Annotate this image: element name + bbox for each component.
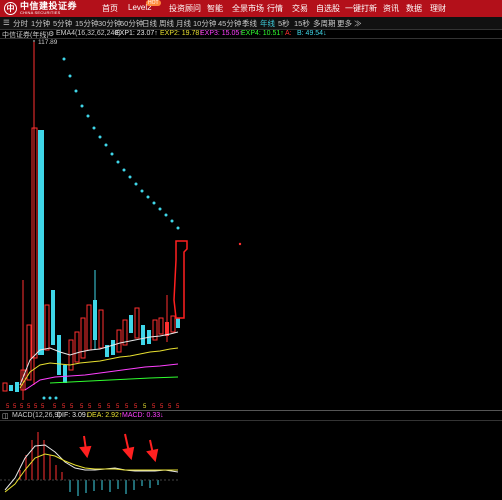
candle	[86, 304, 92, 351]
svg-text:5: 5	[88, 404, 92, 410]
macd-collapse-icon[interactable]: ◫	[2, 412, 9, 420]
candle	[15, 382, 19, 392]
svg-text:5: 5	[34, 404, 38, 410]
max-price-label: 117.89	[38, 39, 58, 46]
svg-text:5: 5	[116, 404, 120, 410]
macd-arrow-annotations	[79, 433, 159, 463]
svg-text:5: 5	[176, 404, 180, 410]
candle	[2, 382, 8, 392]
candle	[51, 290, 55, 345]
candle	[44, 304, 50, 351]
highlight-annotation-box	[173, 240, 188, 319]
macd-title: MACD(12,26,9)	[12, 412, 61, 419]
svg-text:5: 5	[152, 404, 156, 410]
year-markers: 555 555 555 555 555 55 555 5	[6, 404, 180, 410]
svg-text:5: 5	[53, 404, 57, 410]
macd-dea-line	[4, 453, 178, 493]
exp3-line	[24, 363, 179, 391]
svg-text:5: 5	[168, 404, 172, 410]
svg-text:5: 5	[62, 404, 66, 410]
a-marker	[238, 242, 242, 246]
svg-text:5: 5	[80, 404, 84, 410]
candlestick-chart[interactable]: 117.89 5 5 5 5 5 5 5 5 5 5 5 5 5 5 5 5 5…	[0, 0, 502, 500]
candle	[57, 335, 61, 375]
exp4-line	[49, 376, 179, 384]
svg-text:5: 5	[143, 404, 147, 410]
candle	[9, 385, 13, 391]
candle	[38, 130, 44, 355]
macd-histogram	[19, 432, 159, 496]
macd-dif-value: DIF: 3.09↓	[57, 412, 90, 419]
macd-value: MACD: 0.33↓	[122, 412, 164, 419]
candle	[129, 315, 133, 333]
svg-text:5: 5	[27, 404, 31, 410]
candle	[134, 307, 140, 339]
candle	[158, 317, 164, 335]
candle	[116, 329, 122, 353]
svg-text:5: 5	[134, 404, 138, 410]
svg-text:5: 5	[70, 404, 74, 410]
svg-text:5: 5	[6, 404, 10, 410]
svg-text:5: 5	[160, 404, 164, 410]
candle	[141, 325, 145, 345]
candle	[98, 309, 104, 349]
svg-text:5: 5	[13, 404, 17, 410]
candle	[176, 318, 180, 328]
svg-text:5: 5	[98, 404, 102, 410]
candle	[74, 331, 80, 363]
candle	[111, 340, 115, 355]
svg-text:5: 5	[107, 404, 111, 410]
candle	[93, 300, 97, 340]
candle	[170, 315, 176, 333]
svg-text:5: 5	[41, 404, 45, 410]
svg-text:5: 5	[20, 404, 24, 410]
svg-text:5: 5	[125, 404, 129, 410]
candle	[63, 365, 67, 383]
candles	[2, 127, 180, 400]
macd-dea-value: DEA: 2.92↑	[87, 412, 123, 419]
